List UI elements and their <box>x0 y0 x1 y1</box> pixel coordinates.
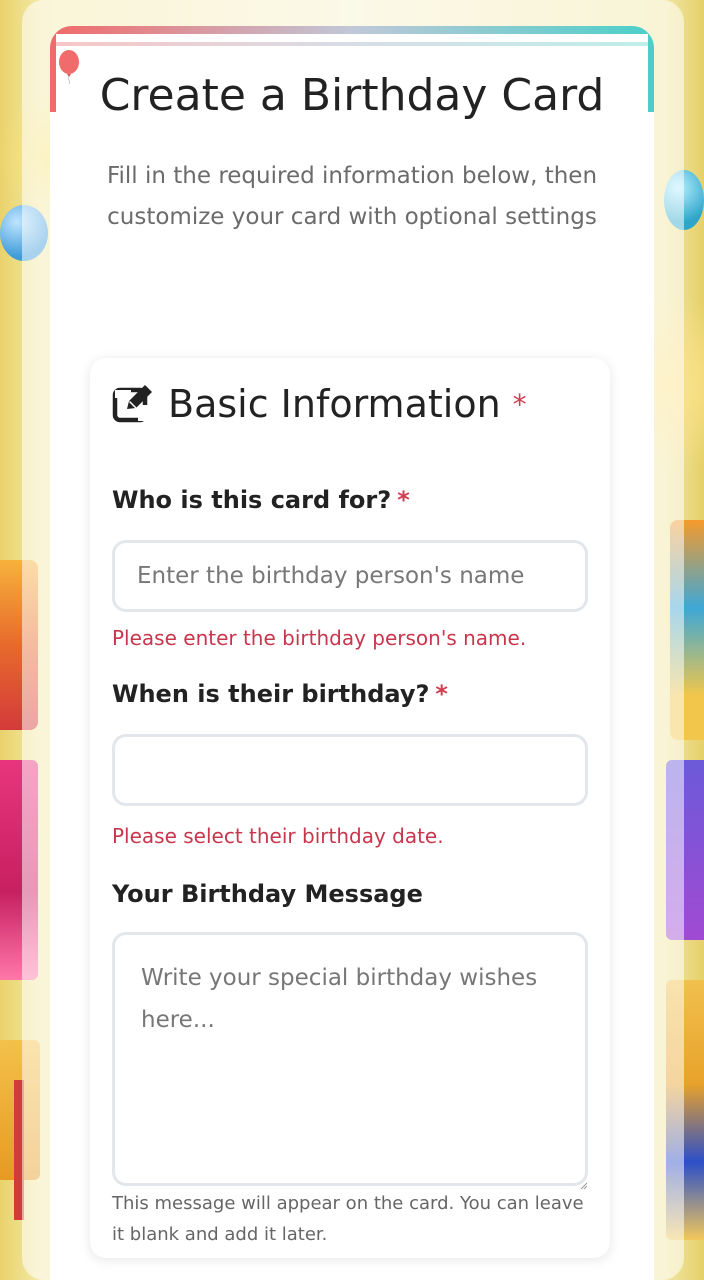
birthday-message-textarea[interactable] <box>112 932 588 1186</box>
date-required-mark: * <box>435 680 448 708</box>
section-title: Basic Information <box>168 382 501 426</box>
name-error-message: Please enter the birthday person's name. <box>112 626 527 650</box>
birthday-date-input[interactable] <box>112 734 588 806</box>
required-indicator: * <box>512 387 527 421</box>
name-field-label: Who is this card for? * <box>112 486 410 514</box>
section-header: Basic Information * <box>112 376 527 432</box>
card-form-panel: Create a Birthday Card Fill in the requi… <box>50 26 654 1280</box>
date-label-text: When is their birthday? <box>112 680 430 708</box>
date-field-label: When is their birthday? * <box>112 680 448 708</box>
edit-icon <box>112 385 152 423</box>
message-field-label: Your Birthday Message <box>112 880 423 908</box>
date-error-message: Please select their birthday date. <box>112 824 444 848</box>
basic-information-section: Basic Information * Who is this card for… <box>90 358 610 1258</box>
message-help-text: This message will appear on the card. Yo… <box>112 1193 584 1245</box>
name-required-mark: * <box>397 486 410 514</box>
name-label-text: Who is this card for? <box>112 486 392 514</box>
page-subtitle: Fill in the required information below, … <box>106 163 598 230</box>
page-title: Create a Birthday Card <box>99 70 605 121</box>
decorative-top-line <box>56 42 648 46</box>
recipient-name-input[interactable] <box>112 540 588 612</box>
